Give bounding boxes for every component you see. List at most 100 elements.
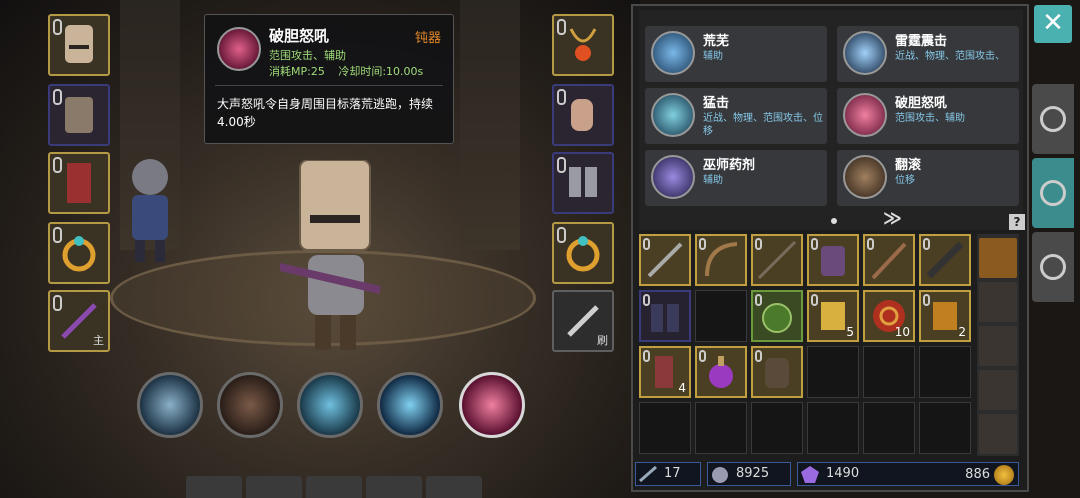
inventory-empty-slot[interactable] [639, 402, 691, 454]
gem-icon [801, 466, 819, 483]
inventory-item-book[interactable]: 2 [919, 290, 971, 342]
skill-card[interactable]: 荒芜 辅助 [645, 26, 827, 82]
roar-skill-icon [217, 27, 261, 71]
link-icon [557, 19, 566, 35]
skill-card-selected[interactable]: 破胆怒吼 范围攻击、辅助 [837, 88, 1019, 144]
skill-slot-5-selected[interactable] [459, 372, 525, 438]
inventory-item-staff[interactable] [863, 234, 915, 286]
skill-card[interactable]: 雷霆震击 近战、物理、范围攻击、 [837, 26, 1019, 82]
skill-tooltip: 破胆怒吼 钝器 范围攻击、辅助 消耗MP:25 冷却时间:10.00s 大声怒吼… [204, 14, 454, 144]
item-count: 4 [678, 381, 686, 395]
item-count: 5 [846, 325, 854, 339]
inventory-empty-slot[interactable] [695, 290, 747, 342]
inventory-empty-slot[interactable] [863, 402, 915, 454]
inventory-empty-slot[interactable] [807, 402, 859, 454]
inventory-item-swirl[interactable]: 10 [863, 290, 915, 342]
skill-name: 雷霆震击 [895, 34, 948, 49]
link-icon [867, 238, 874, 250]
link-icon [923, 238, 930, 250]
equip-slot-necklace[interactable] [552, 14, 614, 76]
equip-slot-helmet[interactable] [48, 14, 110, 76]
bottom-tab[interactable] [426, 476, 482, 498]
page-indicator-dot [831, 218, 837, 224]
link-icon [923, 294, 930, 306]
bottom-tab[interactable] [246, 476, 302, 498]
inventory-item-scroll[interactable]: 5 [807, 290, 859, 342]
help-icon[interactable]: ? [1009, 214, 1025, 230]
inventory-empty-slot[interactable] [863, 346, 915, 398]
skill-tags: 近战、物理、范围攻击、位移 [703, 113, 823, 137]
link-icon [699, 238, 706, 250]
gold-stat: 886 [965, 463, 1014, 487]
inventory-item-bow[interactable] [695, 234, 747, 286]
inventory-empty-slot[interactable] [751, 402, 803, 454]
inventory-item-spear[interactable] [751, 234, 803, 286]
inventory-item-potion[interactable] [695, 346, 747, 398]
skill-card[interactable]: 猛击 近战、物理、范围攻击、位移 [645, 88, 827, 144]
skill-tags: 近战、物理、范围攻击、 [895, 51, 1005, 62]
skill-slot-3[interactable] [297, 372, 363, 438]
inventory-item-amulet[interactable] [751, 290, 803, 342]
link-icon [53, 295, 62, 311]
inventory-item-boots[interactable] [639, 290, 691, 342]
background-pillar [460, 0, 520, 250]
equip-slot-main-weapon[interactable]: 主 [48, 290, 110, 352]
tab-equipment[interactable] [1032, 84, 1074, 154]
bottom-tab[interactable] [306, 476, 362, 498]
link-icon [699, 350, 706, 362]
pouch-slot[interactable] [979, 414, 1017, 454]
equip-slot-offhand[interactable]: 刷 [552, 290, 614, 352]
inventory-empty-slot[interactable] [919, 346, 971, 398]
skill-card[interactable]: 翻滚 位移 [837, 150, 1019, 206]
bottom-tab[interactable] [186, 476, 242, 498]
roll-skill-icon [843, 155, 887, 199]
link-icon [755, 294, 762, 306]
equip-slot-armor[interactable] [48, 84, 110, 146]
inventory-empty-slot[interactable] [919, 402, 971, 454]
equip-slot-ring-2[interactable] [552, 222, 614, 284]
equip-slot-cloak[interactable] [48, 152, 110, 214]
skill-list: 荒芜 辅助 雷霆震击 近战、物理、范围攻击、 猛击 近战、物理、范围攻击、位移 … [639, 10, 1025, 230]
inventory-item-sword[interactable] [639, 234, 691, 286]
link-icon [755, 350, 762, 362]
skill-name: 猛击 [703, 96, 730, 111]
tab-settings[interactable] [1032, 232, 1074, 302]
tooltip-skill-tags: 范围攻击、辅助 [269, 49, 346, 62]
next-page-arrow-icon[interactable]: ≫ [883, 208, 902, 229]
weapon-icon [639, 465, 657, 483]
inventory-item-gauntlet[interactable] [751, 346, 803, 398]
skill-slot-1[interactable] [137, 372, 203, 438]
skill-slot-4[interactable] [377, 372, 443, 438]
tooltip-weapon-type: 钝器 [414, 31, 441, 46]
skill-slot-2[interactable] [217, 372, 283, 438]
inventory-item-greatsword[interactable] [919, 234, 971, 286]
gem-value: 1490 [826, 466, 860, 481]
link-icon [811, 238, 818, 250]
inventory-item-red-boots[interactable]: 4 [639, 346, 691, 398]
skill-card[interactable]: 巫师药剂 辅助 [645, 150, 827, 206]
pouch-slot[interactable] [979, 282, 1017, 322]
pouch-slot[interactable] [979, 370, 1017, 410]
equip-slot-boots[interactable] [552, 152, 614, 214]
tab-skills[interactable] [1032, 158, 1074, 228]
inventory-empty-slot[interactable] [695, 402, 747, 454]
skill-tags: 范围攻击、辅助 [895, 113, 965, 124]
skill-name: 翻滚 [895, 158, 922, 173]
equip-slot-gloves[interactable] [552, 84, 614, 146]
companion-knight[interactable] [120, 155, 180, 265]
link-icon [53, 89, 62, 105]
gold-coin-icon [994, 465, 1014, 485]
backpack-icon[interactable] [979, 238, 1017, 278]
bottom-tab[interactable] [366, 476, 422, 498]
inventory-empty-slot[interactable] [807, 346, 859, 398]
helmet-icon [1040, 106, 1066, 132]
link-icon [643, 294, 650, 306]
attack-value: 17 [664, 466, 681, 481]
link-icon [557, 89, 566, 105]
close-icon[interactable]: ✕ [1034, 5, 1072, 43]
equip-slot-ring[interactable] [48, 222, 110, 284]
pouch-slot[interactable] [979, 326, 1017, 366]
knight-character[interactable] [119, 159, 390, 360]
target-icon [1040, 254, 1066, 280]
inventory-item-armor[interactable] [807, 234, 859, 286]
